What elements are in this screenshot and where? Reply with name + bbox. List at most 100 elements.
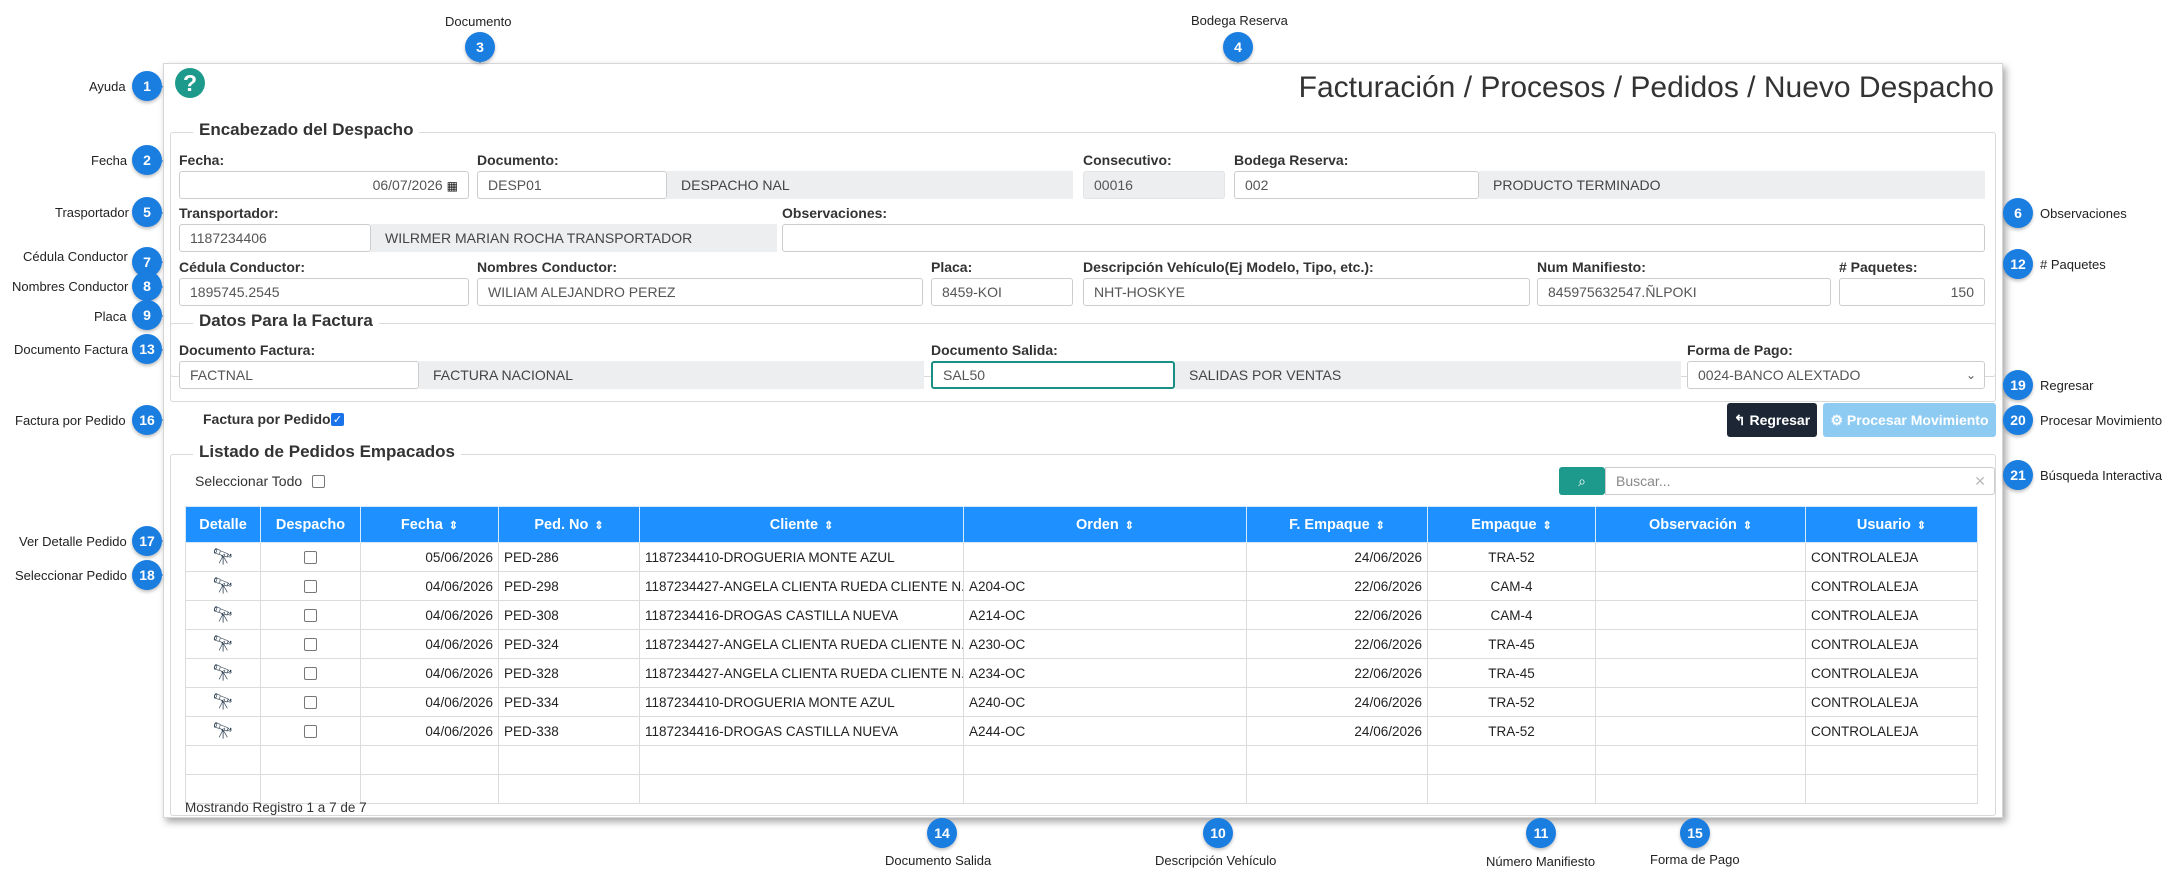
paquetes-input[interactable]: 150 (1839, 278, 1985, 306)
detalle-cell[interactable]: 🔭︎ (185, 600, 261, 630)
detalle-cell[interactable]: 🔭︎ (185, 716, 261, 746)
binoculars-icon[interactable]: 🔭︎ (213, 636, 233, 653)
placa-input[interactable]: 8459-KOI (931, 278, 1073, 306)
table-row[interactable]: 🔭︎ 04/06/2026 PED-338 1187234416-DROGAS CAS… (185, 716, 1978, 746)
despacho-cell[interactable] (260, 658, 361, 688)
num-manifiesto-label: Num Manifiesto: (1537, 259, 1646, 275)
despacho-cell[interactable] (260, 687, 361, 717)
nombres-conductor-input[interactable]: WILIAM ALEJANDRO PEREZ (477, 278, 923, 306)
consecutivo-field: 00016 (1083, 171, 1225, 199)
select-all-checkbox[interactable] (312, 475, 325, 488)
sort-icon[interactable]: ⇕ (1376, 520, 1385, 532)
despacho-cell[interactable] (260, 571, 361, 601)
table-row[interactable]: 🔭︎ 04/06/2026 PED-328 1187234427-ANGELA CLI… (185, 658, 1978, 688)
cell-empaque: TRA-52 (1427, 716, 1596, 746)
despacho-checkbox[interactable] (304, 551, 317, 565)
observaciones-input[interactable] (782, 224, 1985, 252)
fecha-input[interactable]: 06/07/2026 ▦ (179, 171, 469, 199)
despacho-cell[interactable] (260, 542, 361, 572)
empty-row (185, 774, 1978, 804)
despacho-cell[interactable] (260, 716, 361, 746)
table-row[interactable]: 🔭︎ 04/06/2026 PED-308 1187234416-DROGAS CAS… (185, 600, 1978, 630)
binoculars-icon[interactable]: 🔭︎ (213, 694, 233, 711)
col-fecha[interactable]: Fecha ⇕ (360, 506, 499, 543)
sort-icon[interactable]: ⇕ (1917, 520, 1926, 532)
col-usuario[interactable]: Usuario ⇕ (1805, 506, 1978, 543)
despacho-checkbox[interactable] (304, 609, 317, 623)
despacho-checkbox[interactable] (304, 667, 317, 681)
transportador-code-input[interactable]: 1187234406 (179, 224, 371, 252)
annotation-label-15: Forma de Pago (1650, 852, 1740, 867)
num-manifiesto-input[interactable]: 845975632547.ÑLPOKI (1537, 278, 1831, 306)
help-icon[interactable]: ? (175, 68, 205, 98)
cell-ped-no: PED-286 (498, 542, 640, 572)
col-empaque[interactable]: Empaque ⇕ (1427, 506, 1596, 543)
col-cliente[interactable]: Cliente ⇕ (639, 506, 964, 543)
cell-ped-no: PED-308 (498, 600, 640, 630)
detalle-cell[interactable]: 🔭︎ (185, 658, 261, 688)
sort-icon[interactable]: ⇕ (449, 520, 458, 532)
bodega-reserva-code-input[interactable]: 002 (1234, 171, 1479, 199)
binoculars-icon[interactable]: 🔭︎ (213, 607, 233, 624)
empty-cell (498, 774, 640, 804)
consecutivo-label: Consecutivo: (1083, 152, 1172, 168)
cell-fecha: 04/06/2026 (360, 600, 499, 630)
search-icon[interactable]: ⌕ (1559, 467, 1605, 495)
despacho-checkbox[interactable] (304, 696, 317, 710)
annotation-label-19: Regresar (2040, 378, 2094, 393)
search-input[interactable]: Buscar... ✕ (1605, 467, 1995, 495)
calendar-icon[interactable]: ▦ (447, 173, 458, 198)
detalle-cell[interactable]: 🔭︎ (185, 542, 261, 572)
annotation-label-3: Documento (445, 14, 512, 29)
despacho-checkbox[interactable] (304, 638, 317, 652)
detalle-cell[interactable]: 🔭︎ (185, 687, 261, 717)
despacho-cell[interactable] (260, 600, 361, 630)
cell-observacion (1595, 542, 1806, 572)
sort-icon[interactable]: ⇕ (1743, 520, 1752, 532)
regresar-button[interactable]: ↰ Regresar (1727, 403, 1817, 437)
annotation-badge-4: 4 (1223, 32, 1253, 62)
empty-cell (1805, 774, 1978, 804)
cell-orden: A214-OC (963, 600, 1247, 630)
table-row[interactable]: 🔭︎ 04/06/2026 PED-324 1187234427-ANGELA CLI… (185, 629, 1978, 659)
procesar-movimiento-button[interactable]: ⚙ Procesar Movimiento (1823, 403, 1996, 437)
table-row[interactable]: 🔭︎ 04/06/2026 PED-334 1187234410-DROGUERIA … (185, 687, 1978, 717)
cell-usuario: CONTROLALEJA (1805, 600, 1978, 630)
detalle-cell[interactable]: 🔭︎ (185, 571, 261, 601)
col-f-empaque[interactable]: F. Empaque ⇕ (1246, 506, 1428, 543)
annotation-label-7: Cédula Conductor (23, 249, 128, 264)
documento-factura-code-input[interactable]: FACTNAL (179, 361, 419, 389)
select-all-label: Seleccionar Todo (195, 473, 303, 489)
annotation-label-6: Observaciones (2040, 206, 2127, 221)
binoculars-icon[interactable]: 🔭︎ (213, 723, 233, 740)
sort-icon[interactable]: ⇕ (824, 520, 833, 532)
col-ped-no[interactable]: Ped. No ⇕ (498, 506, 640, 543)
forma-pago-select[interactable]: 0024-BANCO ALEXTADO ⌄ (1687, 361, 1985, 389)
detalle-cell[interactable]: 🔭︎ (185, 629, 261, 659)
table-row[interactable]: 🔭︎ 05/06/2026 PED-286 1187234410-DROGUERIA … (185, 542, 1978, 572)
col-observacion[interactable]: Observación ⇕ (1595, 506, 1806, 543)
empty-cell (1595, 745, 1806, 775)
table-footer-info: Mostrando Registro 1 a 7 de 7 (185, 800, 367, 815)
despacho-checkbox[interactable] (304, 580, 317, 594)
factura-por-pedido-checkbox[interactable]: ✓ (331, 413, 344, 426)
despacho-cell[interactable] (260, 629, 361, 659)
binoculars-icon[interactable]: 🔭︎ (213, 578, 233, 595)
binoculars-icon[interactable]: 🔭︎ (213, 665, 233, 682)
sort-icon[interactable]: ⇕ (1543, 520, 1552, 532)
descripcion-vehiculo-input[interactable]: NHT-HOSKYE (1083, 278, 1530, 306)
documento-code-input[interactable]: DESP01 (477, 171, 667, 199)
cedula-conductor-input[interactable]: 1895745.2545 (179, 278, 469, 306)
annotation-badge-17: 17 (132, 526, 162, 556)
annotation-badge-10: 10 (1203, 818, 1233, 848)
col-orden[interactable]: Orden ⇕ (963, 506, 1247, 543)
cell-orden: A244-OC (963, 716, 1247, 746)
annotation-label-20: Procesar Movimiento (2040, 413, 2163, 428)
binoculars-icon[interactable]: 🔭︎ (213, 549, 233, 566)
sort-icon[interactable]: ⇕ (1125, 520, 1134, 532)
clear-search-icon[interactable]: ✕ (1974, 468, 1986, 494)
sort-icon[interactable]: ⇕ (594, 520, 603, 532)
documento-salida-code-input[interactable]: SAL50 (931, 361, 1175, 389)
table-row[interactable]: 🔭︎ 04/06/2026 PED-298 1187234427-ANGELA CLI… (185, 571, 1978, 601)
despacho-checkbox[interactable] (304, 725, 317, 739)
